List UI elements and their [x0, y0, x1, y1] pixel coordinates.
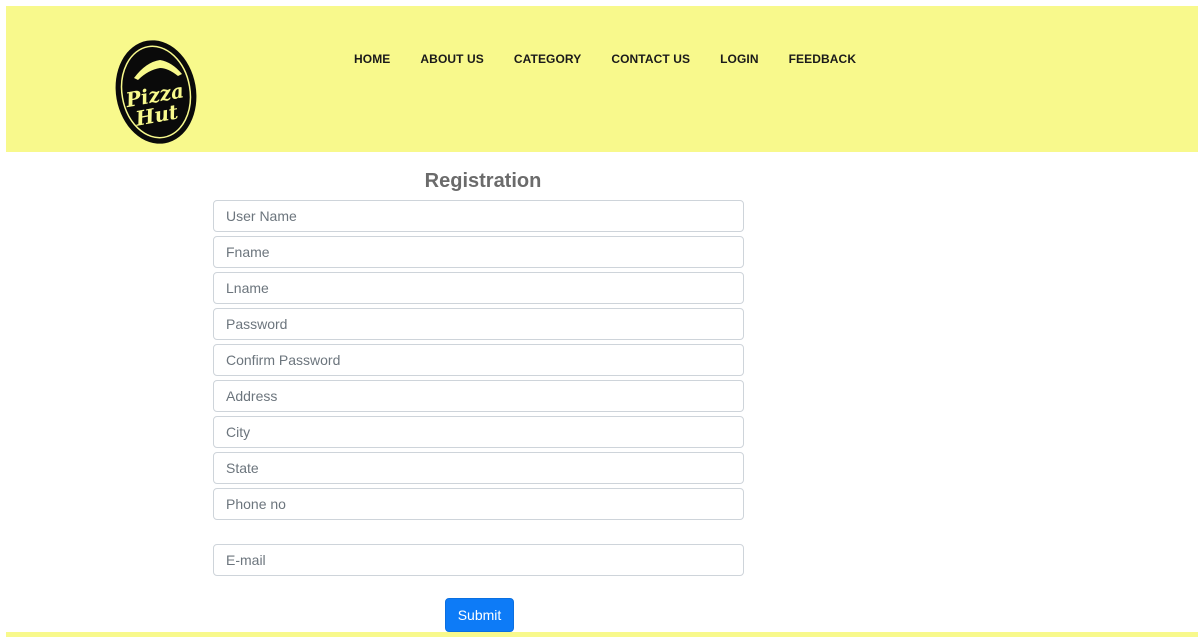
password-input[interactable] [213, 308, 744, 340]
nav-about-us[interactable]: ABOUT US [420, 52, 483, 66]
nav-feedback[interactable]: FEEDBACK [789, 52, 856, 66]
email-input[interactable] [213, 544, 744, 576]
nav-home[interactable]: HOME [354, 52, 390, 66]
city-input[interactable] [213, 416, 744, 448]
page: Pizza Hut HOME ABOUT US CATEGORY CONTACT… [0, 0, 1198, 637]
submit-button[interactable]: Submit [445, 598, 514, 632]
nav-contact-us[interactable]: CONTACT US [611, 52, 690, 66]
main-nav: HOME ABOUT US CATEGORY CONTACT US LOGIN … [354, 52, 856, 66]
nav-category[interactable]: CATEGORY [514, 52, 581, 66]
footer-strip [6, 632, 1198, 637]
lname-input[interactable] [213, 272, 744, 304]
phone-input[interactable] [213, 488, 744, 520]
fname-input[interactable] [213, 236, 744, 268]
username-input[interactable] [213, 200, 744, 232]
pizza-hut-logo[interactable]: Pizza Hut [112, 38, 202, 146]
nav-login[interactable]: LOGIN [720, 52, 759, 66]
form-title: Registration [424, 170, 542, 192]
address-input[interactable] [213, 380, 744, 412]
confirm-password-input[interactable] [213, 344, 744, 376]
state-input[interactable] [213, 452, 744, 484]
